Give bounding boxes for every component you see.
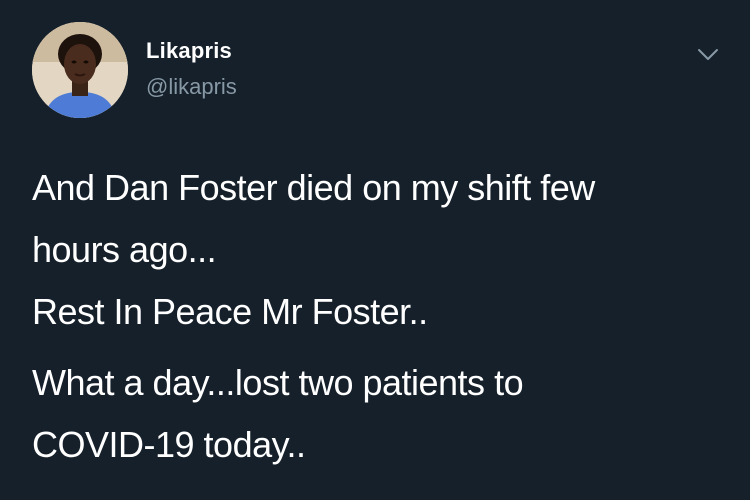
avatar[interactable] xyxy=(32,22,128,118)
tweet-text-line: What a day...lost two patients to xyxy=(32,362,524,403)
tweet-text-line: And Dan Foster died on my shift few xyxy=(32,167,595,208)
tweet-text-line: hours ago... xyxy=(32,229,217,270)
tweet-text-line: COVID-19 today.. xyxy=(32,424,306,465)
tweet-card: Likapris @likapris And Dan Foster died o… xyxy=(0,0,750,500)
author-name[interactable]: Likapris xyxy=(146,38,232,64)
author-handle[interactable]: @likapris xyxy=(146,74,237,100)
chevron-down-icon xyxy=(698,49,718,60)
more-options-button[interactable] xyxy=(688,40,728,70)
tweet-text-line: Rest In Peace Mr Foster.. xyxy=(32,291,428,332)
